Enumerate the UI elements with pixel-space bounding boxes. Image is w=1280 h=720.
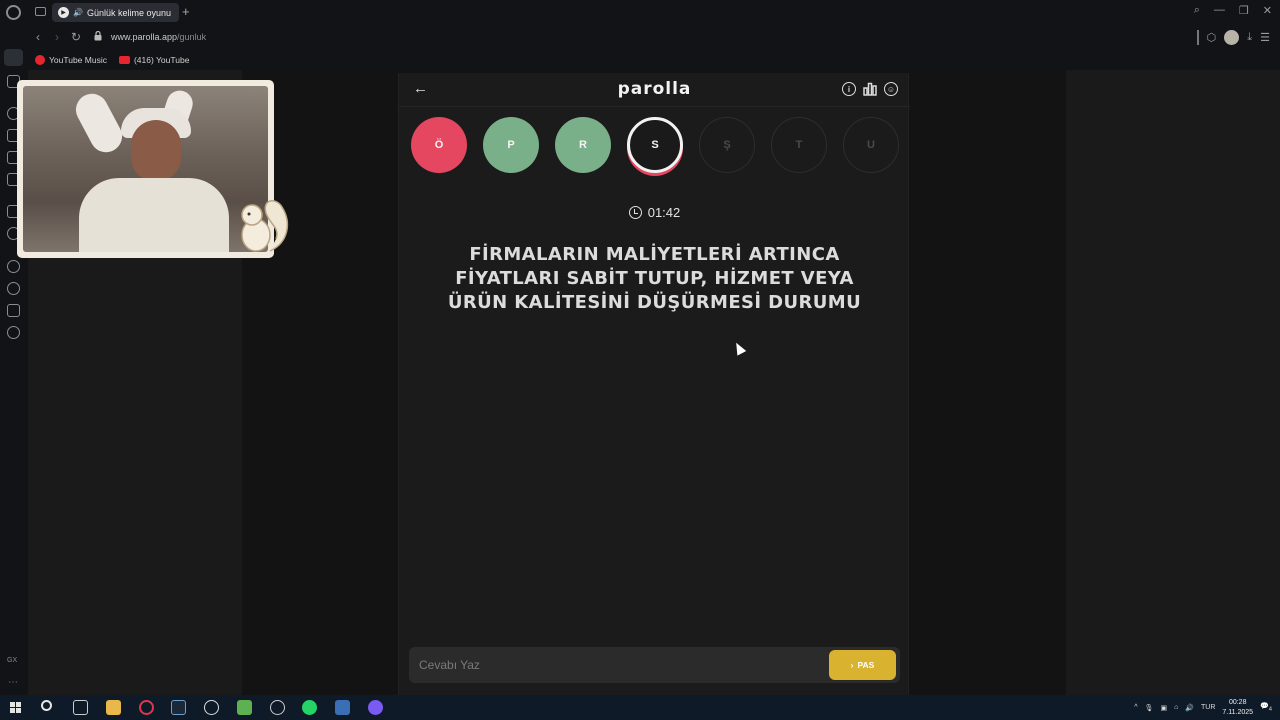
divider	[1196, 30, 1199, 45]
new-tab-button[interactable]: +	[182, 4, 190, 19]
lock-icon	[94, 31, 102, 41]
letter-circle-current: S	[627, 117, 683, 173]
tab-favicon-icon: ▶	[58, 7, 69, 18]
extensions-sidebar-icon[interactable]	[7, 304, 20, 317]
profile-icon[interactable]: ☺	[884, 82, 898, 96]
notification-icon[interactable]: 💬4	[1260, 702, 1272, 712]
task-view-icon[interactable]	[73, 700, 88, 715]
bookmark-youtube[interactable]: (416) YouTube	[118, 55, 190, 65]
menu-icon[interactable]: ☰	[1260, 31, 1270, 44]
forward-button[interactable]: ›	[55, 30, 59, 44]
close-window-button[interactable]: ✕	[1263, 4, 1272, 17]
clock-icon	[628, 206, 642, 219]
letter-wheel: Ö P R S Ş T U	[411, 117, 899, 173]
app-blue-icon[interactable]	[335, 700, 350, 715]
profile-avatar[interactable]	[1224, 30, 1240, 45]
streamer-face	[131, 120, 181, 182]
letter-circle: Ş	[699, 117, 755, 173]
bookmarks-bar: YouTube Music (416) YouTube	[28, 50, 1280, 70]
more-icon[interactable]: ⋯	[8, 677, 18, 688]
toolbar-right: ⬡ ⤓ ☰	[1196, 30, 1270, 45]
bookmark-label: (416) YouTube	[133, 55, 190, 65]
timer-value: 01:42	[647, 205, 681, 220]
url-host: www.parolla.app	[111, 32, 178, 42]
download-icon[interactable]: ⤓	[1247, 31, 1252, 44]
app-circle-icon[interactable]	[270, 700, 285, 715]
youtube-icon	[118, 56, 130, 64]
windows-start-icon[interactable]	[10, 702, 21, 713]
file-explorer-icon[interactable]	[106, 700, 121, 715]
answer-bar: › PAS	[409, 647, 900, 683]
whatsapp-icon[interactable]	[302, 700, 317, 715]
tab-title: Günlük kelime oyunu	[86, 7, 172, 18]
answer-input[interactable]	[419, 656, 799, 674]
search-icon[interactable]	[41, 700, 52, 711]
streamer-hoodie	[79, 178, 229, 252]
reload-icon[interactable]: ↻	[71, 30, 81, 44]
obs-icon[interactable]	[204, 700, 219, 715]
letter-circle: R	[555, 117, 611, 173]
letter-circle: Ö	[411, 117, 467, 173]
opera-gx-taskbar-icon[interactable]	[139, 700, 154, 715]
window-controls: ⌕ — ❐ ✕	[1194, 4, 1272, 17]
steam-icon[interactable]	[171, 700, 186, 715]
youtube-music-icon	[35, 55, 45, 65]
brand-title: parolla	[617, 79, 692, 99]
volume-icon[interactable]: 🔊	[1185, 704, 1194, 712]
system-tray: ^ 🎙 ▣ ⌂ 🔊 TUR 00:28 7.11.2025 💬4	[1134, 695, 1280, 720]
stats-icon[interactable]	[863, 82, 877, 96]
notification-count: 4	[1268, 706, 1272, 713]
game-header: ← parolla i ☺	[399, 73, 910, 107]
clock-time: 00:28	[1228, 698, 1247, 706]
question-text: FİRMALARIN MALİYETLERİ ARTINCA FİYATLARI…	[447, 244, 862, 313]
info-icon[interactable]: i	[842, 82, 856, 96]
letter-circle: T	[771, 117, 827, 173]
microphone-icon[interactable]: 🎙	[1145, 704, 1154, 712]
tray-app-icon[interactable]: ▣	[1160, 704, 1167, 712]
gx-label: GX	[7, 657, 18, 664]
back-button[interactable]: ‹	[36, 30, 40, 44]
letter-circle: P	[483, 117, 539, 173]
tab-island-icon[interactable]	[35, 7, 46, 16]
timer: 01:42	[399, 205, 910, 220]
search-tabs-icon[interactable]: ⌕	[1194, 4, 1200, 17]
home-icon[interactable]	[4, 49, 23, 66]
extensions-icon[interactable]: ⬡	[1207, 31, 1217, 44]
pass-label: PAS	[857, 660, 875, 670]
bunny-ear-left	[70, 88, 128, 158]
tab-strip: ▶ 🔊 Günlük kelime oyunu + ⌕ — ❐ ✕	[0, 0, 1280, 25]
bookmark-youtube-music[interactable]: YouTube Music	[35, 55, 107, 65]
app-green-icon[interactable]	[237, 700, 252, 715]
bookmark-label: YouTube Music	[49, 55, 107, 65]
speaker-icon[interactable]: 🔊	[73, 8, 83, 17]
webcam-video	[23, 86, 268, 252]
letter-circle: U	[843, 117, 899, 173]
minimize-button[interactable]: —	[1214, 4, 1225, 17]
header-icons: i ☺	[842, 82, 898, 96]
history-icon[interactable]	[7, 282, 20, 295]
game-panel: ← parolla i ☺ Ö P R S Ş T U 01:42 FİRMAL…	[398, 73, 910, 695]
url-path: /gunluk	[177, 32, 207, 42]
taskbar: ^ 🎙 ▣ ⌂ 🔊 TUR 00:28 7.11.2025 💬4	[0, 695, 1280, 720]
chevron-right-icon: ›	[850, 660, 854, 670]
opera-gx-logo-icon[interactable]	[6, 5, 21, 20]
settings-gear-icon[interactable]	[7, 326, 20, 339]
squirrel-sticker-icon	[241, 200, 289, 252]
side-panel-right	[1066, 70, 1280, 695]
taskbar-clock[interactable]: 00:28 7.11.2025	[1222, 698, 1253, 718]
network-icon[interactable]: ⌂	[1174, 704, 1178, 711]
address-bar-row: ‹ › ↻ www.parolla.app/gunluk ⬡ ⤓ ☰	[28, 25, 1280, 50]
browser-tab-active[interactable]: ▶ 🔊 Günlük kelime oyunu	[52, 3, 179, 22]
url-field[interactable]: www.parolla.app/gunluk	[111, 32, 206, 42]
pass-button[interactable]: › PAS	[829, 650, 896, 680]
clock-date: 7.11.2025	[1222, 708, 1254, 716]
discord-icon[interactable]	[368, 700, 383, 715]
player-icon[interactable]	[7, 260, 20, 273]
chevron-up-icon[interactable]: ^	[1134, 704, 1137, 711]
language-indicator[interactable]: TUR	[1201, 704, 1215, 711]
restore-button[interactable]: ❐	[1239, 4, 1249, 17]
